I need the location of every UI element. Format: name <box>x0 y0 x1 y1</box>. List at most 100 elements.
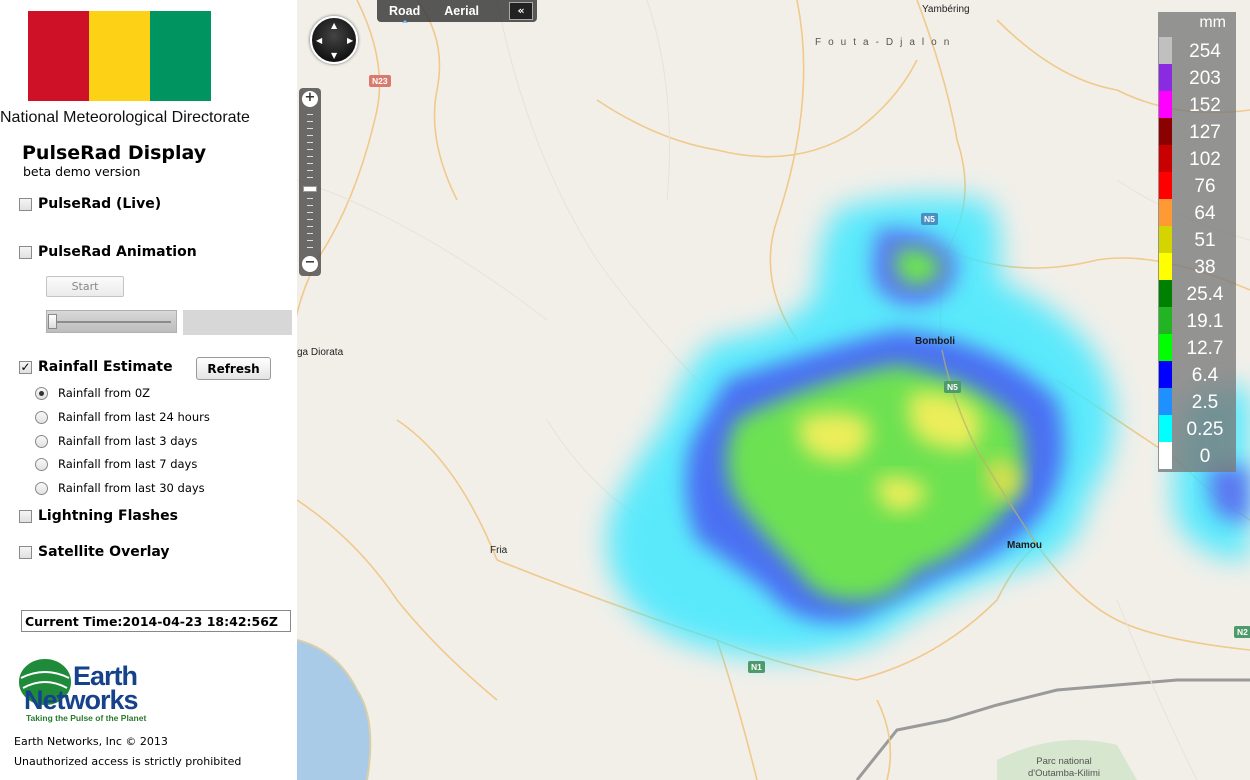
rainfall-option[interactable]: Rainfall from last 7 days <box>35 457 197 471</box>
pan-control[interactable]: ▲ ▼ ◀ ▶ <box>310 16 358 64</box>
layer-rainfall-row[interactable]: ✓ Rainfall Estimate <box>19 359 173 375</box>
layer-rainfall-checkbox[interactable]: ✓ <box>19 360 32 374</box>
legend-row: 102 <box>1158 145 1236 172</box>
rainfall-option[interactable]: Rainfall from 0Z <box>35 386 150 400</box>
rainfall-option[interactable]: Rainfall from last 3 days <box>35 434 197 448</box>
org-name: National Meteorological Directorate <box>0 109 250 126</box>
flag-stripe-yellow <box>89 11 150 101</box>
refresh-button[interactable]: Refresh <box>196 357 271 380</box>
legend-value: 2.5 <box>1191 392 1219 413</box>
guinea-flag <box>28 11 211 101</box>
legend-value: 6.4 <box>1191 365 1219 386</box>
place-mamou: Mamou <box>1007 540 1042 551</box>
legend-swatch <box>1159 145 1172 172</box>
animation-slider[interactable] <box>46 310 177 333</box>
rainfall-overlay <box>607 196 1250 658</box>
zoom-out-icon[interactable]: − <box>302 256 318 272</box>
current-time: Current Time:2014-04-23 18:42:56Z <box>21 610 291 632</box>
legend-row: 12.7 <box>1158 334 1236 361</box>
ocean-area <box>297 640 371 780</box>
rainfall-option-label: Rainfall from 0Z <box>58 386 151 400</box>
legend-row: 6.4 <box>1158 361 1236 388</box>
legend-swatch <box>1159 253 1172 280</box>
legend-swatch <box>1159 172 1172 199</box>
legend-value: 38 <box>1194 257 1216 278</box>
map-type-road[interactable]: Road <box>377 4 432 23</box>
legend-swatch <box>1159 226 1172 253</box>
legend-row: 254 <box>1158 37 1236 64</box>
layer-animation-row[interactable]: PulseRad Animation <box>19 244 197 260</box>
map-type-bar: Road Aerial « <box>377 0 537 23</box>
region-fouta-djalon: Fouta-Djalon <box>815 37 957 48</box>
animation-frame-display <box>183 310 292 335</box>
road-shield-n2: N2 <box>1234 626 1250 638</box>
layer-satellite-checkbox[interactable] <box>19 545 32 559</box>
rainfall-option-radio[interactable] <box>35 434 48 448</box>
rainfall-legend: mm 254 203 152 127 102 76 64 51 38 25.4 19.1 12.7 6.… <box>1158 12 1236 472</box>
rainfall-option-label: Rainfall from last 7 days <box>58 457 198 471</box>
legend-swatch <box>1159 118 1172 145</box>
map-base-layer <box>297 0 1250 780</box>
slider-thumb[interactable] <box>48 314 57 329</box>
road-shield-n5-north: N5 <box>921 213 938 225</box>
rainfall-option-radio[interactable] <box>35 410 48 424</box>
pan-left-icon[interactable]: ◀ <box>316 36 322 45</box>
zoom-slider-handle[interactable] <box>303 186 317 192</box>
layer-satellite-row[interactable]: Satellite Overlay <box>19 544 170 560</box>
legend-value: 0 <box>1199 446 1211 467</box>
legend-row: 127 <box>1158 118 1236 145</box>
slider-track <box>53 321 171 323</box>
legend-value: 64 <box>1194 203 1216 224</box>
access-notice: Unauthorized access is strictly prohibit… <box>14 755 242 768</box>
app-title: PulseRad Display <box>22 142 207 164</box>
layer-animation-checkbox[interactable] <box>19 245 32 259</box>
zoom-in-icon[interactable]: + <box>302 91 318 107</box>
layer-lightning-checkbox[interactable] <box>19 509 32 523</box>
rainfall-option[interactable]: Rainfall from last 30 days <box>35 481 205 495</box>
legend-row: 2.5 <box>1158 388 1236 415</box>
layer-lightning-row[interactable]: Lightning Flashes <box>19 508 178 524</box>
road-shield-n5-south: N5 <box>944 381 961 393</box>
legend-row: 152 <box>1158 91 1236 118</box>
legend-swatch <box>1159 64 1172 91</box>
layer-animation-label: PulseRad Animation <box>38 244 197 260</box>
road-shield-n23: N23 <box>369 75 391 87</box>
map-view[interactable]: Yambéring Fouta-Djalon ga Diorata Bombol… <box>297 0 1250 780</box>
layer-rainfall-label: Rainfall Estimate <box>38 359 173 375</box>
rainfall-option[interactable]: Rainfall from last 24 hours <box>35 410 210 424</box>
legend-value: 152 <box>1189 95 1221 116</box>
rainfall-option-radio[interactable] <box>35 386 48 400</box>
place-park: Parc national d'Outamba-Kilimi <box>1027 756 1101 779</box>
layer-live-row[interactable]: PulseRad (Live) <box>19 196 161 212</box>
legend-row: 0 <box>1158 442 1236 469</box>
legend-row: 203 <box>1158 64 1236 91</box>
legend-unit: mm <box>1199 14 1226 31</box>
legend-swatch <box>1159 442 1172 469</box>
map-type-aerial[interactable]: Aerial <box>432 4 491 18</box>
legend-value: 51 <box>1194 230 1216 251</box>
legend-value: 76 <box>1194 176 1216 197</box>
rainfall-option-radio[interactable] <box>35 457 48 471</box>
legend-row: 19.1 <box>1158 307 1236 334</box>
pan-down-icon[interactable]: ▼ <box>331 51 337 60</box>
logo-word-networks: Networks <box>24 685 138 715</box>
legend-row: 51 <box>1158 226 1236 253</box>
legend-swatch <box>1159 361 1172 388</box>
pan-up-icon[interactable]: ▲ <box>331 21 337 30</box>
legend-row: 25.4 <box>1158 280 1236 307</box>
legend-value: 25.4 <box>1186 284 1224 305</box>
place-fria: Fria <box>490 545 508 556</box>
collapse-icon[interactable]: « <box>509 2 533 20</box>
rainfall-option-radio[interactable] <box>35 481 48 495</box>
layer-satellite-label: Satellite Overlay <box>38 544 170 560</box>
animation-start-button[interactable]: Start <box>46 276 124 297</box>
legend-swatch <box>1159 415 1172 442</box>
zoom-control[interactable]: + − <box>299 88 321 276</box>
pan-right-icon[interactable]: ▶ <box>347 36 353 45</box>
copyright-text: Earth Networks, Inc © 2013 <box>14 735 168 748</box>
layer-live-checkbox[interactable] <box>19 197 32 211</box>
legend-row: 38 <box>1158 253 1236 280</box>
legend-value: 0.25 <box>1186 419 1224 440</box>
legend-swatch <box>1159 37 1172 64</box>
flag-stripe-red <box>28 11 89 101</box>
